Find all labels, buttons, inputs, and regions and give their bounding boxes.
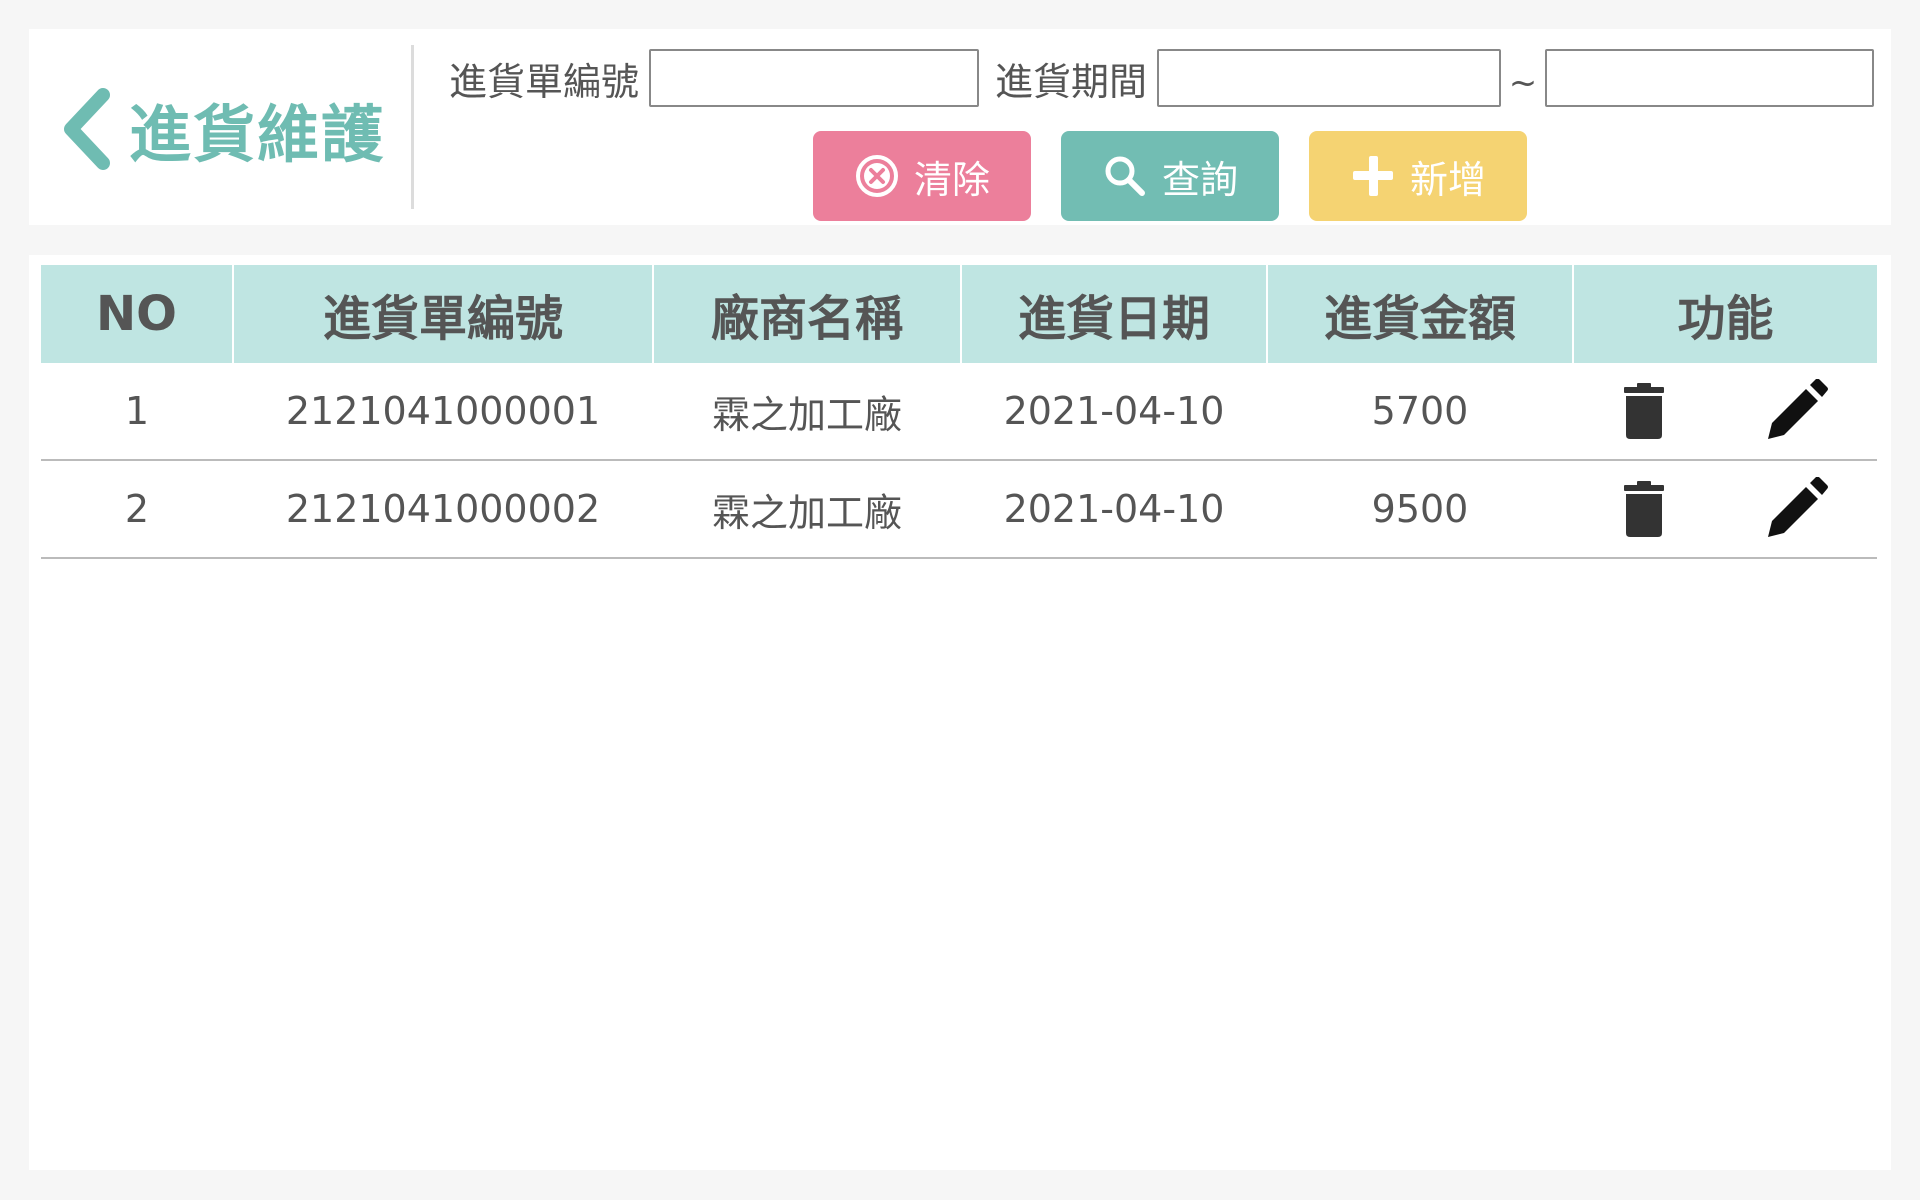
date-to-input[interactable] — [1545, 49, 1875, 107]
add-button[interactable]: 新增 — [1309, 131, 1527, 221]
add-button-label: 新增 — [1409, 157, 1486, 202]
cell-vendor: 霖之加工廠 — [653, 363, 961, 461]
trash-icon[interactable] — [1622, 481, 1666, 537]
purchase-table: NO 進貨單編號 廠商名稱 進貨日期 進貨金額 功能 1 21210410000… — [41, 265, 1877, 559]
header-panel: 進貨維護 進貨單編號 進貨期間 ~ 清除 查詢 新增 — [29, 29, 1891, 225]
page-title: 進貨維護 — [129, 98, 386, 171]
date-separator: ~ — [1508, 63, 1538, 103]
content-panel: NO 進貨單編號 廠商名稱 進貨日期 進貨金額 功能 1 21210410000… — [29, 255, 1891, 1170]
chevron-left-icon — [64, 88, 110, 170]
clear-button[interactable]: 清除 — [813, 131, 1031, 221]
cell-no: 1 — [41, 363, 233, 461]
clear-button-label: 清除 — [913, 157, 990, 202]
table-row: 2 2121041000002 霖之加工廠 2021-04-10 9500 — [41, 460, 1877, 559]
cell-amount: 9500 — [1267, 460, 1573, 559]
cell-date: 2021-04-10 — [961, 363, 1267, 461]
back-button[interactable]: 進貨維護 — [59, 79, 385, 179]
filter-row: 進貨單編號 進貨期間 ~ — [449, 49, 1875, 107]
cell-date: 2021-04-10 — [961, 460, 1267, 559]
date-from-input[interactable] — [1157, 49, 1502, 107]
column-header-date: 進貨日期 — [960, 265, 1267, 363]
header-divider — [411, 45, 414, 209]
plus-icon — [1350, 153, 1396, 199]
period-label: 進貨期間 — [995, 59, 1148, 104]
column-header-vendor: 廠商名稱 — [652, 265, 961, 363]
column-header-actions: 功能 — [1572, 265, 1877, 363]
pencil-icon[interactable] — [1764, 477, 1828, 541]
search-button-label: 查詢 — [1161, 157, 1238, 202]
column-header-no: NO — [41, 265, 233, 363]
column-header-order-no: 進貨單編號 — [232, 265, 653, 363]
trash-icon[interactable] — [1622, 383, 1666, 439]
order-no-label: 進貨單編號 — [449, 59, 640, 104]
cell-actions — [1573, 363, 1877, 461]
cell-amount: 5700 — [1267, 363, 1573, 461]
search-button[interactable]: 查詢 — [1061, 131, 1279, 221]
cell-vendor: 霖之加工廠 — [653, 460, 961, 559]
cell-order-no: 2121041000002 — [233, 460, 653, 559]
close-circle-icon — [854, 153, 900, 199]
cell-order-no: 2121041000001 — [233, 363, 653, 461]
column-header-amount: 進貨金額 — [1266, 265, 1573, 363]
pencil-icon[interactable] — [1764, 379, 1828, 443]
table-header-row: NO 進貨單編號 廠商名稱 進貨日期 進貨金額 功能 — [41, 265, 1877, 363]
search-icon — [1102, 153, 1148, 199]
cell-no: 2 — [41, 460, 233, 559]
order-no-input[interactable] — [649, 49, 980, 107]
cell-actions — [1573, 460, 1877, 559]
table-row: 1 2121041000001 霖之加工廠 2021-04-10 5700 — [41, 363, 1877, 461]
